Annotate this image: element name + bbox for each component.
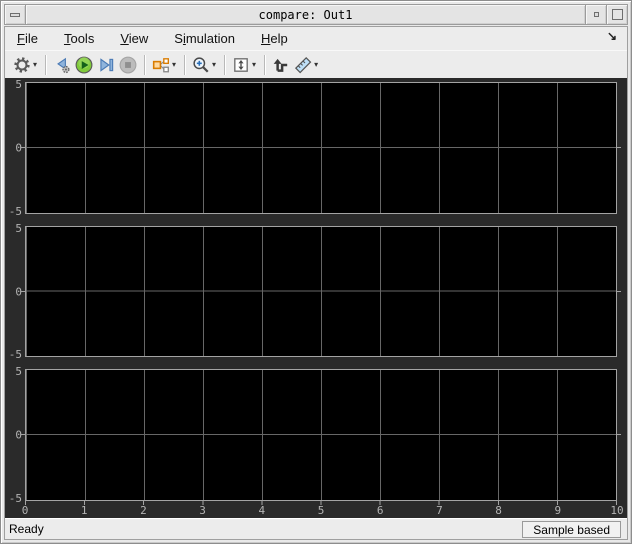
x-tick-label: 1 xyxy=(80,504,88,518)
stop-button[interactable] xyxy=(117,54,139,76)
toolbar-separator xyxy=(184,54,186,75)
run-button[interactable] xyxy=(73,54,95,76)
plot-axes[interactable] xyxy=(21,225,621,358)
window-menu-button[interactable] xyxy=(4,4,26,25)
minimize-button[interactable] xyxy=(585,4,607,25)
zoom-in-icon xyxy=(193,56,209,73)
toolbar-separator xyxy=(144,54,146,75)
run-icon xyxy=(75,56,93,73)
y-axis-gutter: 5 0 -5 xyxy=(7,78,25,218)
scope-window: compare: Out1 File Tools View Simulation… xyxy=(0,0,632,544)
y-axis-gutter: 5 0 -5 xyxy=(7,365,25,505)
gear-icon xyxy=(14,56,30,73)
menu-view[interactable]: View xyxy=(120,31,148,46)
y-tick-label: -5 xyxy=(8,348,22,362)
y-tick-label: -5 xyxy=(8,204,22,218)
menubar: File Tools View Simulation Help ↘ xyxy=(5,27,627,50)
toolbar: ▾ ▾ ▾ ▾ ▾ xyxy=(5,50,627,78)
maximize-button[interactable] xyxy=(606,4,628,25)
x-tick-label: 7 xyxy=(436,504,443,518)
x-tick-label: 5 xyxy=(317,504,325,518)
scope-display-2: 5 0 -5 xyxy=(7,222,621,362)
x-tick-label: 10 xyxy=(610,504,624,518)
y-tick-label: 5 xyxy=(15,78,22,91)
menu-simulation[interactable]: Simulation xyxy=(174,31,235,46)
dock-arrow-icon[interactable]: ↘ xyxy=(607,29,617,43)
x-tick-label: 0 xyxy=(21,504,29,518)
client-area: File Tools View Simulation Help ↘ ▾ ▾ ▾ … xyxy=(4,26,628,540)
y-tick-label: -5 xyxy=(8,492,22,506)
y-tick-label: 5 xyxy=(15,221,22,235)
step-back-button[interactable] xyxy=(51,54,73,76)
scope-panel: 5 0 -5 5 0 -5 5 0 -5 0 1 2 3 4 5 6 7 8 9… xyxy=(5,78,627,518)
x-tick-label: 9 xyxy=(554,504,562,518)
menu-tools[interactable]: Tools xyxy=(64,31,94,46)
signal-selector-icon xyxy=(152,57,170,72)
plot-axes[interactable] xyxy=(21,82,621,214)
y-tick-label: 5 xyxy=(15,365,22,379)
trigger-icon xyxy=(273,58,288,72)
window-title: compare: Out1 xyxy=(25,4,586,25)
zoom-button[interactable] xyxy=(190,54,212,76)
maximize-icon xyxy=(611,9,623,20)
toolbar-separator xyxy=(264,54,266,75)
scope-display-1: 5 0 -5 xyxy=(7,78,621,218)
measurements-button[interactable] xyxy=(292,54,314,76)
step-forward-button[interactable] xyxy=(95,54,117,76)
fit-to-view-icon xyxy=(234,57,248,72)
menu-file[interactable]: File xyxy=(17,31,38,46)
x-tick-label: 6 xyxy=(376,504,384,518)
x-axis: 0 1 2 3 4 5 6 7 8 9 10 xyxy=(7,501,624,518)
statusbar: Ready Sample based xyxy=(5,518,627,539)
signal-selector-dropdown[interactable]: ▾ xyxy=(172,60,176,69)
x-axis-area: 0 1 2 3 4 5 6 7 8 9 10 xyxy=(21,501,624,518)
window-menu-icon xyxy=(10,12,20,17)
plot-axes[interactable] xyxy=(21,369,621,502)
x-tick-label: 3 xyxy=(199,504,206,518)
titlebar[interactable]: compare: Out1 xyxy=(4,4,628,25)
toolbar-separator xyxy=(224,54,226,75)
scope-display-3: 5 0 -5 xyxy=(7,365,621,505)
step-forward-icon xyxy=(100,57,114,72)
parameters-button[interactable] xyxy=(11,54,33,76)
fit-to-view-dropdown[interactable]: ▾ xyxy=(252,60,256,69)
x-tick-label: 8 xyxy=(495,504,502,518)
stop-icon xyxy=(119,56,137,73)
signal-selector-button[interactable] xyxy=(150,54,172,76)
step-back-icon xyxy=(57,57,70,73)
y-tick-label: 0 xyxy=(15,428,22,442)
y-axis-gutter: 5 0 -5 xyxy=(7,222,25,362)
toolbar-separator xyxy=(45,54,47,75)
parameters-dropdown[interactable]: ▾ xyxy=(33,60,37,69)
y-tick-label: 0 xyxy=(15,285,22,298)
sample-mode-indicator: Sample based xyxy=(522,520,621,538)
fit-to-view-button[interactable] xyxy=(230,54,252,76)
trigger-button[interactable] xyxy=(270,54,292,76)
y-tick-label: 0 xyxy=(15,141,22,155)
x-tick-label: 2 xyxy=(140,504,147,518)
status-text: Ready xyxy=(9,522,44,536)
measurements-dropdown[interactable]: ▾ xyxy=(314,60,318,69)
ruler-icon xyxy=(295,56,312,73)
zoom-dropdown[interactable]: ▾ xyxy=(212,60,216,69)
x-tick-label: 4 xyxy=(258,504,266,518)
minimize-icon xyxy=(593,12,599,17)
menu-help[interactable]: Help xyxy=(261,31,288,46)
